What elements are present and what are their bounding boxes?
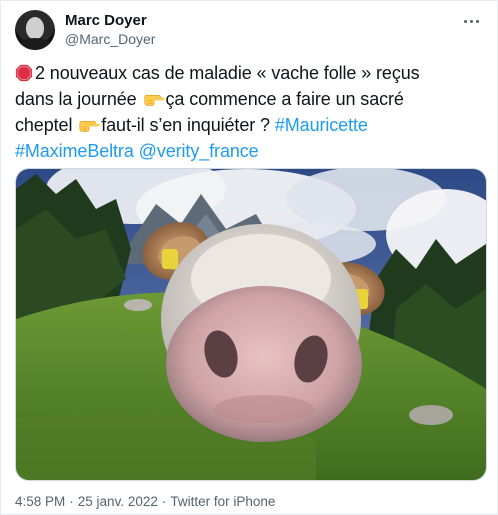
stop-sign-icon xyxy=(15,64,33,82)
tweet-date-link[interactable]: 25 janv. 2022 xyxy=(78,494,158,509)
tweet-photo[interactable] xyxy=(15,168,487,481)
tweet-text-segment: cheptel xyxy=(15,115,78,135)
avatar-face xyxy=(26,17,44,39)
tweet-text: 2 nouveaux cas de maladie « vache folle … xyxy=(15,60,485,164)
tweet-source: Twitter for iPhone xyxy=(170,494,276,509)
tweet-text-segment: dans la journée xyxy=(15,89,142,109)
tweet-card[interactable]: Marc Doyer @Marc_Doyer 2 nouveaux cas de… xyxy=(0,0,498,515)
tweet-text-segment: 2 nouveaux cas de maladie « vache folle … xyxy=(35,63,420,83)
author-block[interactable]: Marc Doyer @Marc_Doyer xyxy=(65,11,155,48)
pointing-hand-icon xyxy=(79,120,100,132)
author-display-name[interactable]: Marc Doyer xyxy=(65,11,155,30)
hashtag-link[interactable]: #MaximeBeltra xyxy=(15,141,134,161)
separator: · xyxy=(161,494,167,509)
more-horizontal-icon[interactable] xyxy=(459,12,483,30)
tweet-text-segment: faut-il s’en inquiéter ? xyxy=(101,115,275,135)
pointing-hand-icon xyxy=(143,94,165,106)
mention-link[interactable]: @verity_france xyxy=(139,141,259,161)
hashtag-link[interactable]: #Mauricette xyxy=(275,115,368,135)
avatar[interactable] xyxy=(15,10,55,50)
tweet-text-segment: ça commence a faire un sacré xyxy=(165,89,404,109)
tweet-footer: 4:58 PM · 25 janv. 2022 · Twitter for iPhone xyxy=(15,494,275,510)
cow-photo-image xyxy=(16,169,486,480)
separator: · xyxy=(69,494,74,509)
tweet-header: Marc Doyer @Marc_Doyer xyxy=(15,10,483,50)
author-handle[interactable]: @Marc_Doyer xyxy=(65,30,155,48)
avatar-shoulders xyxy=(17,38,53,50)
tweet-time-link[interactable]: 4:58 PM xyxy=(15,494,65,509)
